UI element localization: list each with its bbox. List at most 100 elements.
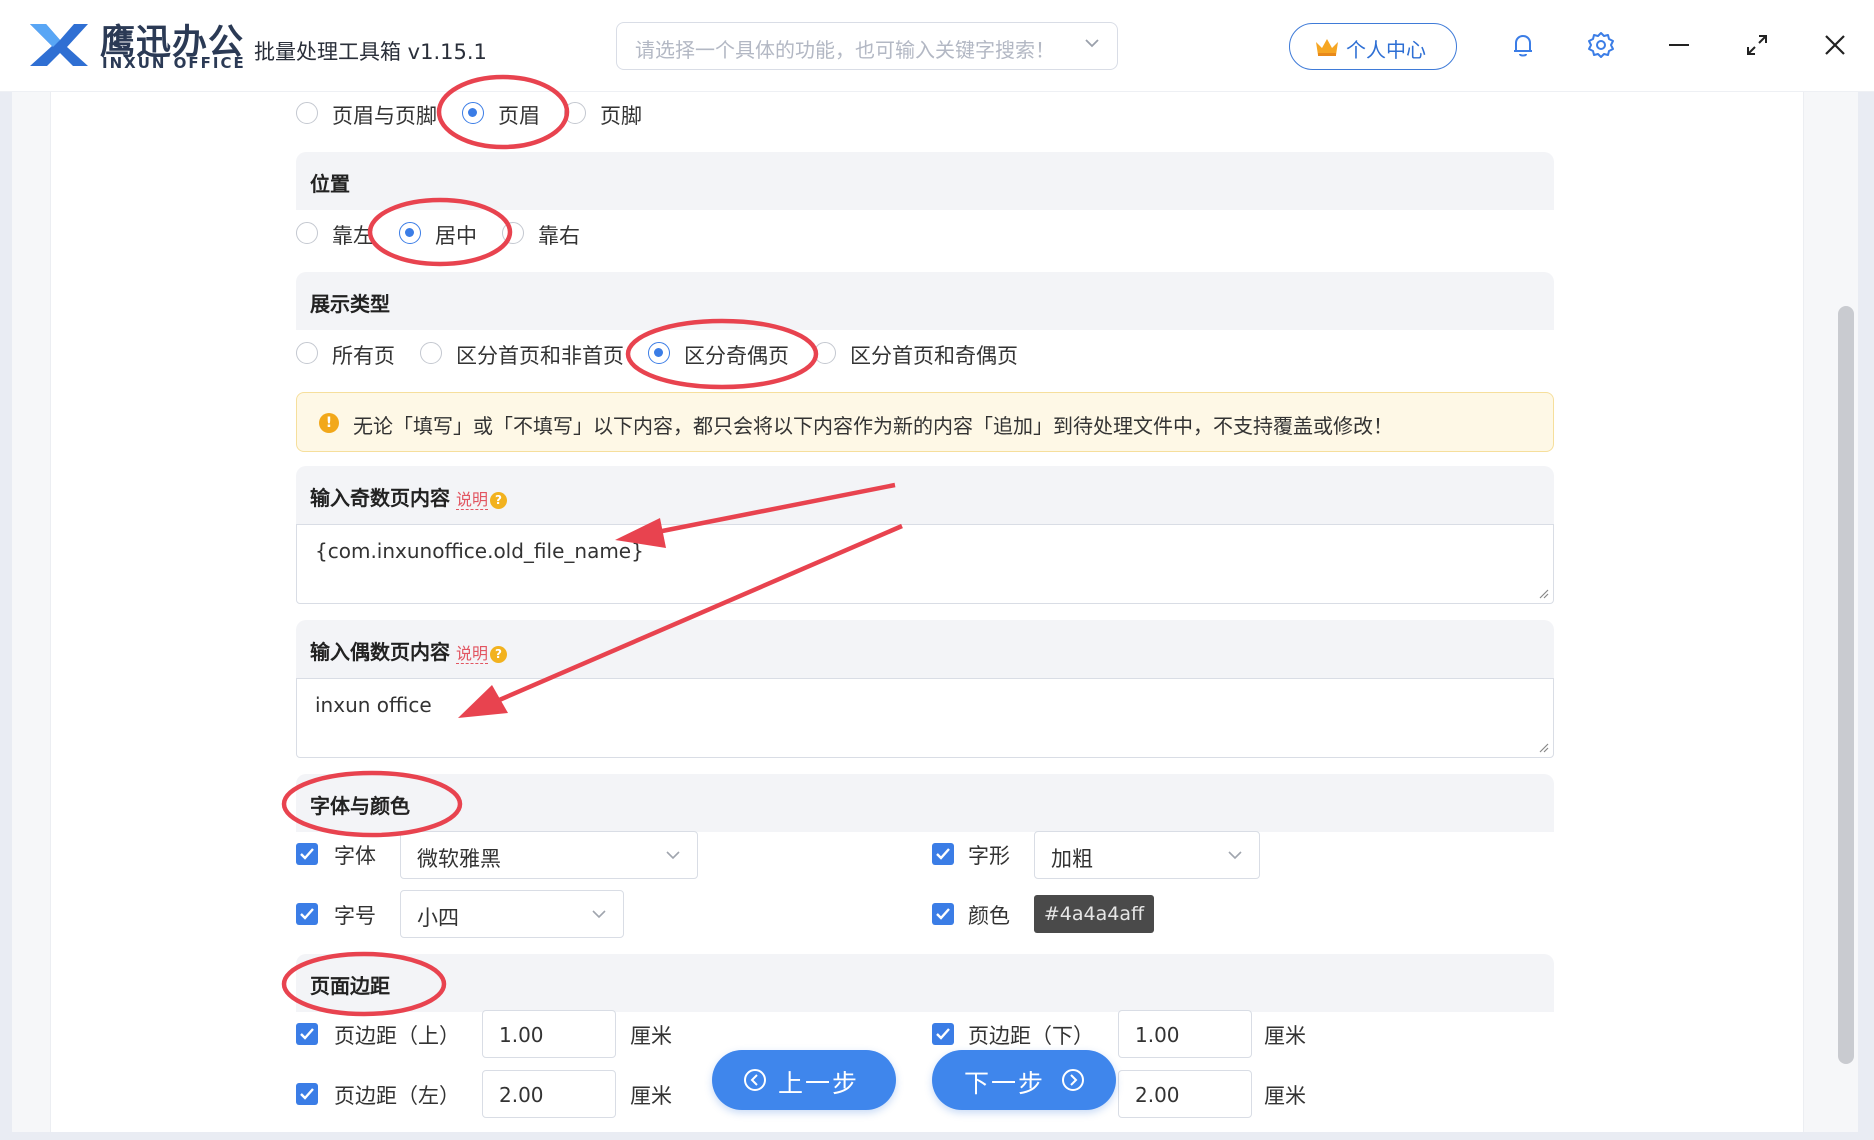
- margin-top-label: 页边距（上）: [334, 1024, 460, 1048]
- font-checkbox[interactable]: [296, 843, 318, 865]
- odd-page-section-header: 输入奇数页内容 说明?: [296, 466, 1554, 524]
- radio-dot: [296, 102, 318, 124]
- chevron-down-icon: [666, 851, 680, 860]
- prev-step-button[interactable]: 上一步: [712, 1050, 896, 1110]
- margin-top-checkbox[interactable]: [296, 1023, 318, 1045]
- font-size-select[interactable]: 小四: [400, 890, 624, 938]
- margin-left-value: 2.00: [499, 1083, 544, 1107]
- check-icon: [300, 908, 314, 920]
- radio-label: 靠左: [332, 224, 374, 248]
- check-icon: [936, 908, 950, 920]
- prev-arrow-icon: [744, 1069, 766, 1091]
- radio-dot: [502, 222, 524, 244]
- crown-icon: [1316, 39, 1338, 56]
- unit-label: 厘米: [1264, 1084, 1306, 1108]
- font-style-value: 加粗: [1051, 847, 1093, 871]
- font-style-checkbox[interactable]: [932, 843, 954, 865]
- app-title: 批量处理工具箱 v1.15.1: [254, 40, 487, 64]
- title-bar: 鹰迅办公 INXUN OFFICE 批量处理工具箱 v1.15.1 请选择一个具…: [0, 0, 1874, 92]
- odd-page-content-input[interactable]: {com.inxunoffice.old_file_name}: [296, 524, 1554, 604]
- font-select[interactable]: 微软雅黑: [400, 831, 698, 879]
- help-icon[interactable]: ?: [490, 646, 508, 663]
- prev-step-label: 上一步: [778, 1069, 860, 1098]
- font-size-value: 小四: [417, 906, 459, 930]
- scrollbar-thumb[interactable]: [1838, 306, 1854, 1064]
- next-step-button[interactable]: 下一步: [932, 1050, 1116, 1110]
- radio-label: 页眉: [498, 104, 540, 128]
- font-style-label: 字形: [968, 844, 1010, 868]
- chevron-down-icon: [1228, 851, 1242, 860]
- font-color-section-header: 字体与颜色: [296, 774, 1554, 832]
- font-size-checkbox[interactable]: [296, 903, 318, 925]
- search-input[interactable]: 请选择一个具体的功能，也可输入关键字搜索！: [616, 22, 1118, 70]
- margin-bottom-input[interactable]: 1.00: [1118, 1010, 1252, 1058]
- check-icon: [936, 1028, 950, 1040]
- close-icon[interactable]: [1820, 30, 1850, 60]
- minimize-icon[interactable]: [1664, 30, 1694, 60]
- notice-text: 无论「填写」或「不填写」以下内容，都只会将以下内容作为新的内容「追加」到待处理文…: [353, 414, 1393, 438]
- even-page-content-input[interactable]: inxun office: [296, 678, 1554, 758]
- check-icon: [936, 848, 950, 860]
- logo-icon: [30, 24, 88, 66]
- even-page-section-header: 输入偶数页内容 说明?: [296, 620, 1554, 678]
- margin-left-checkbox[interactable]: [296, 1083, 318, 1105]
- search-chevron-icon[interactable]: [1083, 34, 1101, 52]
- margin-bottom-label: 页边距（下）: [968, 1024, 1094, 1048]
- color-picker[interactable]: #4a4a4aff: [1034, 895, 1154, 933]
- help-icon[interactable]: ?: [490, 492, 508, 509]
- radio-dot: [462, 102, 484, 124]
- check-icon: [300, 1028, 314, 1040]
- gear-icon[interactable]: [1586, 30, 1616, 60]
- unit-label: 厘米: [630, 1024, 672, 1048]
- font-label: 字体: [334, 844, 376, 868]
- margin-top-input[interactable]: 1.00: [482, 1010, 616, 1058]
- margin-bottom-value: 1.00: [1135, 1023, 1180, 1047]
- radio-dot: [296, 342, 318, 364]
- resize-grip-icon[interactable]: [1537, 587, 1549, 599]
- font-style-select[interactable]: 加粗: [1034, 831, 1260, 879]
- radio-dot: [399, 222, 421, 244]
- notice-banner: ! 无论「填写」或「不填写」以下内容，都只会将以下内容作为新的内容「追加」到待处…: [296, 392, 1554, 452]
- odd-page-content-value: {com.inxunoffice.old_file_name}: [315, 539, 644, 563]
- resize-grip-icon[interactable]: [1537, 741, 1549, 753]
- section-title: 展示类型: [310, 292, 390, 316]
- user-center-button[interactable]: 个人中心: [1289, 23, 1457, 70]
- check-icon: [300, 1088, 314, 1100]
- radio-dot: [814, 342, 836, 364]
- radio-dot: [296, 222, 318, 244]
- odd-page-title: 输入奇数页内容: [310, 486, 450, 510]
- section-title: 输入偶数页内容 说明?: [310, 636, 508, 665]
- display-type-section-header: 展示类型: [296, 272, 1554, 330]
- margin-bottom-checkbox[interactable]: [932, 1023, 954, 1045]
- position-section-header: 位置: [296, 152, 1554, 210]
- section-title: 输入奇数页内容 说明?: [310, 482, 508, 511]
- maximize-icon[interactable]: [1742, 30, 1772, 60]
- radio-label: 所有页: [332, 344, 395, 368]
- radio-dot: [564, 102, 586, 124]
- section-title: 位置: [310, 172, 350, 196]
- bell-icon[interactable]: [1508, 30, 1538, 60]
- margin-left-input[interactable]: 2.00: [482, 1070, 616, 1118]
- section-title: 页面边距: [310, 974, 390, 998]
- brand-name-en: INXUN OFFICE: [102, 54, 246, 72]
- chevron-down-icon: [592, 910, 606, 919]
- user-center-label: 个人中心: [1346, 38, 1426, 62]
- radio-dot: [648, 342, 670, 364]
- unit-label: 厘米: [1264, 1024, 1306, 1048]
- color-label: 颜色: [968, 904, 1010, 928]
- margins-section-header: 页面边距: [296, 954, 1554, 1012]
- font-size-label: 字号: [334, 904, 376, 928]
- font-value: 微软雅黑: [417, 847, 501, 871]
- even-page-content-value: inxun office: [315, 693, 432, 717]
- unit-label: 厘米: [630, 1084, 672, 1108]
- color-checkbox[interactable]: [932, 903, 954, 925]
- margin-top-value: 1.00: [499, 1023, 544, 1047]
- radio-label: 区分奇偶页: [684, 344, 789, 368]
- check-icon: [300, 848, 314, 860]
- radio-label: 页脚: [600, 104, 642, 128]
- even-page-title: 输入偶数页内容: [310, 640, 450, 664]
- help-link[interactable]: 说明: [456, 644, 489, 664]
- margin-right-input[interactable]: 2.00: [1118, 1070, 1252, 1118]
- help-link[interactable]: 说明: [456, 490, 489, 510]
- radio-label: 区分首页和非首页: [456, 344, 624, 368]
